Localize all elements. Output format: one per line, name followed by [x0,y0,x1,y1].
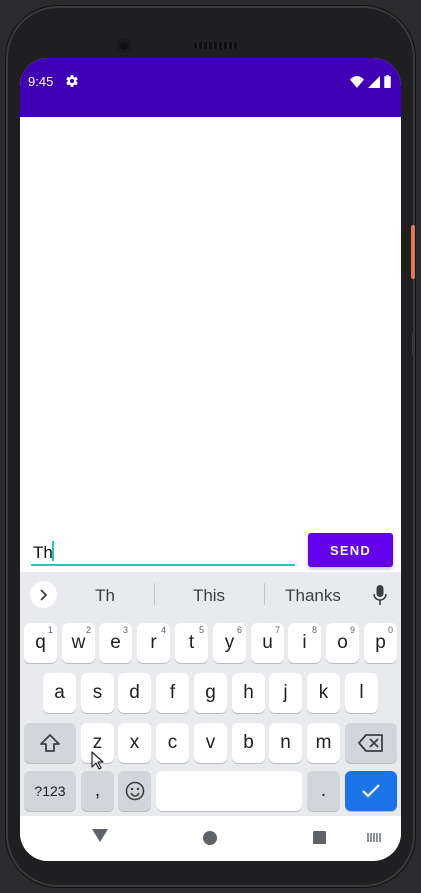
key-v[interactable]: v [194,723,227,763]
space-key[interactable] [156,771,302,811]
mouse-pointer-icon [91,751,104,770]
key-u[interactable]: u7 [251,623,284,663]
key-p[interactable]: p0 [364,623,397,663]
cellular-signal-icon [368,75,380,88]
key-a[interactable]: a [43,673,76,713]
comma-key[interactable]: , [81,771,114,811]
key-e[interactable]: e3 [99,623,132,663]
key-i[interactable]: i8 [288,623,321,663]
backspace-icon [358,734,383,752]
key-n[interactable]: n [269,723,302,763]
text-caret [52,541,54,561]
shift-key[interactable] [24,723,76,763]
earpiece-speaker [194,42,238,49]
status-bar: 9:45 [20,58,401,117]
send-button[interactable]: SEND [308,533,393,567]
checkmark-icon [362,784,380,798]
toolbar-expand-button[interactable] [30,581,57,608]
key-g[interactable]: g [194,673,227,713]
key-t[interactable]: t5 [175,623,208,663]
enter-key[interactable] [345,771,397,811]
key-d[interactable]: d [118,673,151,713]
system-navigation-bar [20,816,401,861]
key-c[interactable]: c [156,723,189,763]
volume-button[interactable] [412,332,415,356]
suggestion-1[interactable]: Th [60,586,150,606]
message-composer: SEND [20,532,401,572]
front-camera [117,39,131,53]
suggestion-divider [154,583,155,605]
status-icons [350,75,391,88]
key-q[interactable]: q1 [24,623,57,663]
backspace-key[interactable] [345,723,397,763]
battery-icon [384,75,391,88]
key-r[interactable]: r4 [137,623,170,663]
wifi-icon [350,75,364,88]
symbols-key[interactable]: ?123 [24,771,76,811]
key-k[interactable]: k [307,673,340,713]
key-j[interactable]: j [269,673,302,713]
period-key[interactable]: . [307,771,340,811]
microphone-icon[interactable] [372,584,388,606]
key-y[interactable]: y6 [213,623,246,663]
key-s[interactable]: s [81,673,114,713]
key-l[interactable]: l [345,673,378,713]
emoji-key[interactable] [118,771,151,811]
key-o[interactable]: o9 [326,623,359,663]
gear-icon [66,75,78,87]
key-f[interactable]: f [156,673,189,713]
suggestion-3[interactable]: Thanks [268,586,358,606]
home-icon[interactable] [203,831,217,845]
screen: 9:45 SEND [20,58,401,861]
key-m[interactable]: m [307,723,340,763]
suggestion-2[interactable]: This [164,586,254,606]
soft-keyboard: Th This Thanks q1 w2 e3 r4 t5 y6 u7 i8 o… [20,572,401,816]
emoji-icon [125,781,144,801]
recents-icon[interactable] [313,831,326,844]
key-x[interactable]: x [118,723,151,763]
key-w[interactable]: w2 [62,623,95,663]
keyboard-switch-icon[interactable] [367,833,381,842]
message-list-area [20,117,401,568]
suggestion-divider [264,583,265,605]
chevron-right-icon [39,588,47,601]
shift-arrow-icon [40,734,60,752]
back-icon[interactable] [92,829,108,842]
status-time: 9:45 [28,74,54,89]
message-input[interactable] [31,536,295,566]
key-b[interactable]: b [232,723,265,763]
key-h[interactable]: h [232,673,265,713]
suggestion-strip: Th This Thanks [20,572,401,618]
power-button[interactable] [411,225,415,279]
